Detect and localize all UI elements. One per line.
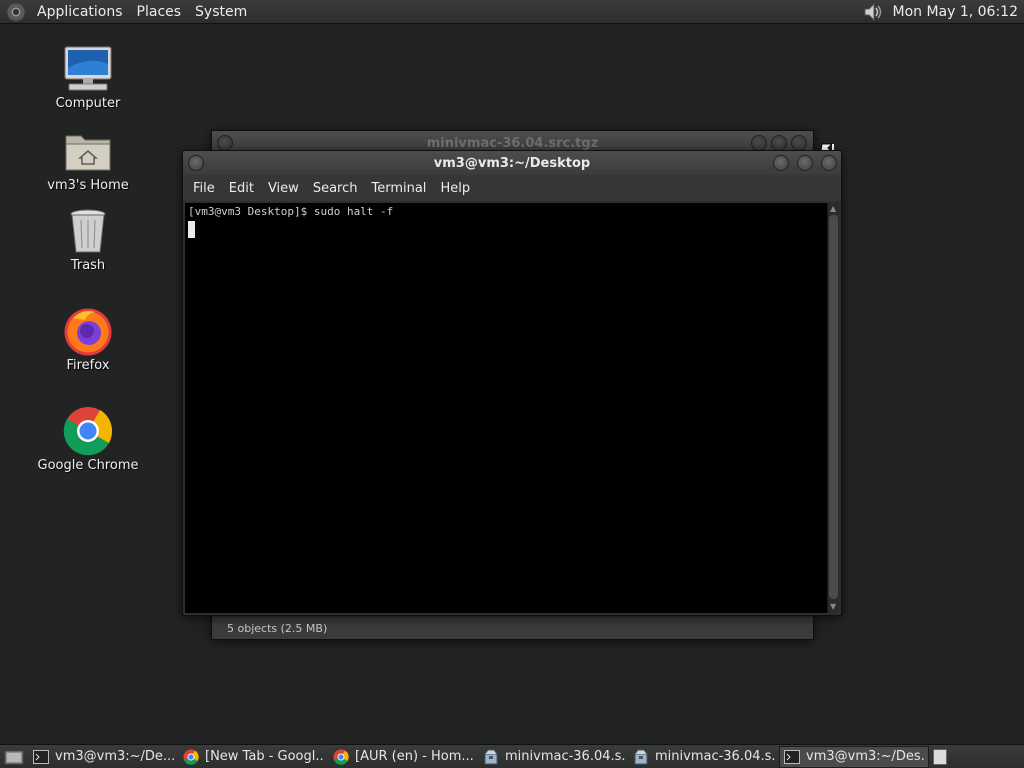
- window-menu-button[interactable]: [217, 135, 233, 151]
- desktop-icon-trash[interactable]: Trash: [28, 206, 148, 273]
- terminal-output[interactable]: [vm3@vm3 Desktop]$ sudo halt -f: [185, 203, 827, 613]
- minimize-button[interactable]: [751, 135, 767, 151]
- terminal-menubar: File Edit View Search Terminal Help: [183, 175, 841, 201]
- task-archive-2[interactable]: minivmac-36.04.s...: [629, 746, 779, 768]
- window-title: vm3@vm3:~/Desktop: [433, 155, 591, 171]
- task-label: vm3@vm3:~/De...: [55, 749, 175, 764]
- menu-search[interactable]: Search: [306, 181, 365, 196]
- window-title: minivmac-36.04.src.tgz: [426, 135, 599, 151]
- trash-icon: [63, 206, 113, 256]
- close-button[interactable]: [821, 155, 837, 171]
- desktop-icon-label: Trash: [70, 258, 106, 273]
- volume-icon[interactable]: [862, 2, 884, 22]
- terminal-icon: [33, 749, 49, 765]
- minimize-button[interactable]: [773, 155, 789, 171]
- task-archive-1[interactable]: minivmac-36.04.s...: [479, 746, 629, 768]
- computer-icon: [63, 44, 113, 94]
- task-chrome-new-tab[interactable]: [New Tab - Googl...: [179, 746, 329, 768]
- scroll-up-arrow-icon[interactable]: ▲: [830, 205, 836, 213]
- archive-manager-icon: [483, 749, 499, 765]
- task-terminal-1[interactable]: vm3@vm3:~/De...: [29, 746, 179, 768]
- desktop-icon-home[interactable]: vm3's Home: [28, 126, 148, 193]
- terminal-icon: [784, 749, 800, 765]
- status-text: 5 objects (2.5 MB): [227, 621, 328, 635]
- scroll-thumb[interactable]: [829, 215, 838, 599]
- desktop-icon-computer[interactable]: Computer: [28, 44, 148, 111]
- prompt-line: [vm3@vm3 Desktop]$ sudo halt -f: [188, 205, 394, 218]
- desktop-icon-label: Google Chrome: [37, 458, 139, 473]
- trash-applet-icon[interactable]: [933, 748, 947, 765]
- desktop-icon-firefox[interactable]: Firefox: [28, 306, 148, 373]
- task-chrome-aur[interactable]: [AUR (en) - Hom...: [329, 746, 479, 768]
- panel-tray: Mon May 1, 06:12: [862, 2, 1024, 22]
- terminal-scrollbar[interactable]: ▲ ▼: [827, 203, 839, 613]
- gnome-foot-icon[interactable]: [6, 1, 26, 22]
- terminal-titlebar[interactable]: vm3@vm3:~/Desktop: [183, 151, 841, 175]
- menu-view[interactable]: View: [261, 181, 306, 196]
- menu-help[interactable]: Help: [433, 181, 477, 196]
- archive-manager-icon: [633, 749, 649, 765]
- show-desktop-icon[interactable]: [3, 747, 25, 767]
- task-label: minivmac-36.04.s...: [655, 749, 775, 764]
- chrome-icon: [183, 749, 199, 765]
- menu-edit[interactable]: Edit: [222, 181, 261, 196]
- close-button[interactable]: [791, 135, 807, 151]
- bottom-taskbar: vm3@vm3:~/De... [New Tab - Googl... [AUR…: [0, 744, 1024, 768]
- menu-terminal[interactable]: Terminal: [364, 181, 433, 196]
- menu-system[interactable]: System: [188, 4, 254, 20]
- maximize-button[interactable]: [771, 135, 787, 151]
- text-cursor: [188, 221, 195, 238]
- terminal-window[interactable]: vm3@vm3:~/Desktop File Edit View Search …: [182, 150, 842, 616]
- menu-file[interactable]: File: [186, 181, 222, 196]
- maximize-button[interactable]: [797, 155, 813, 171]
- top-panel: Applications Places System Mon May 1, 06…: [0, 0, 1024, 24]
- task-label: vm3@vm3:~/Des...: [806, 749, 924, 764]
- menu-applications[interactable]: Applications: [30, 4, 130, 20]
- window-menu-button[interactable]: [188, 155, 204, 171]
- task-label: [AUR (en) - Hom...: [355, 749, 474, 764]
- chrome-icon: [333, 749, 349, 765]
- scroll-down-arrow-icon[interactable]: ▼: [830, 603, 836, 611]
- desktop-icon-chrome[interactable]: Google Chrome: [28, 406, 148, 473]
- chrome-icon: [63, 406, 113, 456]
- firefox-icon: [63, 306, 113, 356]
- status-bar: 5 objects (2.5 MB): [212, 617, 813, 639]
- desktop-icon-label: Firefox: [66, 358, 110, 373]
- clock[interactable]: Mon May 1, 06:12: [892, 4, 1020, 20]
- desktop-icon-label: vm3's Home: [47, 178, 129, 193]
- desktop-icon-label: Computer: [55, 96, 121, 111]
- task-terminal-2-active[interactable]: vm3@vm3:~/Des...: [779, 745, 929, 768]
- task-label: [New Tab - Googl...: [205, 749, 325, 764]
- menu-places[interactable]: Places: [130, 4, 189, 20]
- home-folder-icon: [63, 126, 113, 176]
- task-label: minivmac-36.04.s...: [505, 749, 625, 764]
